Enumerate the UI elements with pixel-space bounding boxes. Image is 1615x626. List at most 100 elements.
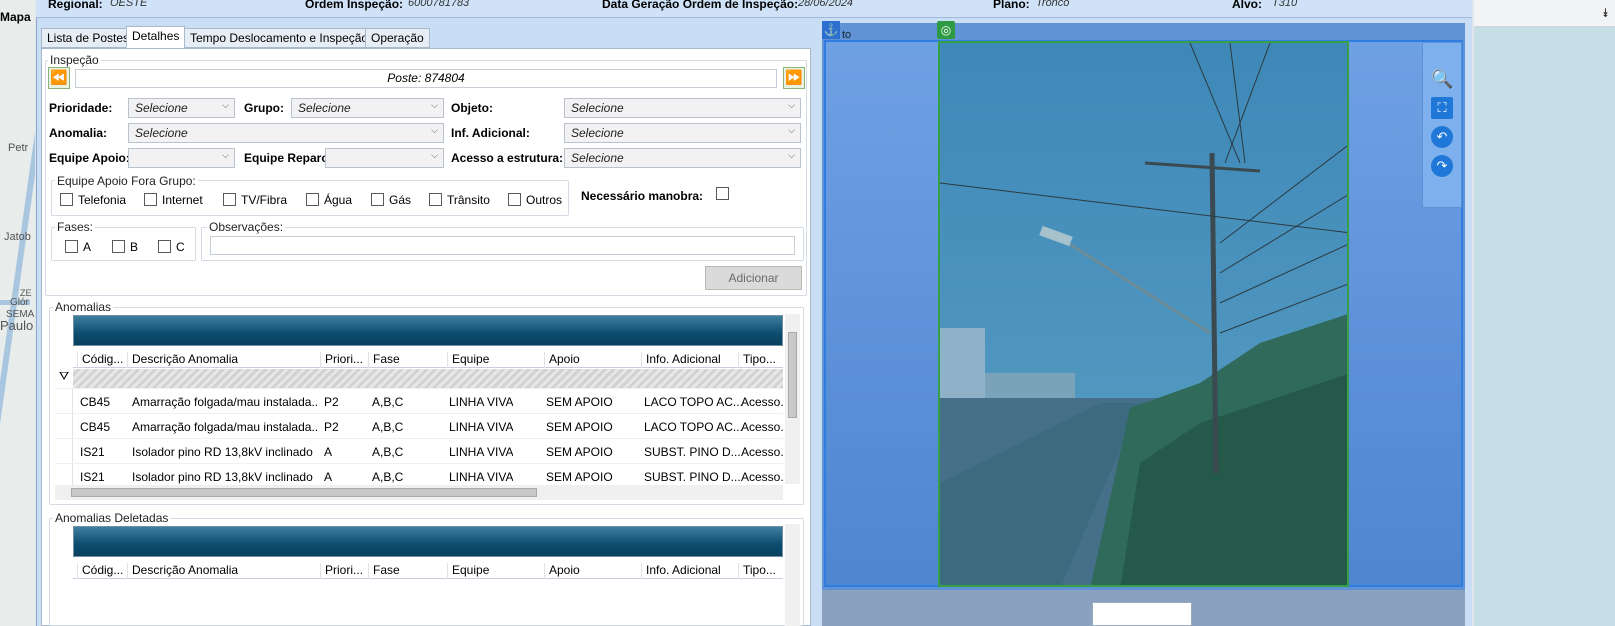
cell-fase: A,B,C: [372, 470, 404, 484]
scroll-thumb[interactable]: [71, 488, 537, 497]
filter-icon[interactable]: ⛛: [55, 369, 73, 389]
transito-checkbox[interactable]: [429, 193, 442, 206]
vertical-scrollbar[interactable]: [785, 524, 800, 626]
acesso-estrutura-value: Selecione: [571, 151, 624, 165]
photo-footer-button[interactable]: [1092, 602, 1192, 626]
fase-a-checkbox[interactable]: [65, 240, 78, 253]
tv-fibra-checkbox[interactable]: [223, 193, 236, 206]
prioridade-select[interactable]: Selecione ⌵: [128, 98, 235, 118]
rotate-left-icon[interactable]: ↶: [1431, 126, 1453, 148]
cell-fase: A,B,C: [372, 445, 404, 459]
gas-checkbox[interactable]: [371, 193, 384, 206]
grupo-select[interactable]: Selecione ⌵: [291, 98, 444, 118]
map-panel[interactable]: Mapa Petr Jatob ZE Glór SEMA Paulo: [0, 0, 35, 626]
col-descricao[interactable]: Descrição Anomalia: [127, 563, 238, 579]
col-apoio[interactable]: Apoio: [544, 352, 580, 368]
anomalias-grid-header: Códig... Descrição Anomalia Priori... Fa…: [73, 350, 783, 368]
table-row[interactable]: CB45 Amarração folgada/mau instalada... …: [55, 413, 783, 439]
col-fase[interactable]: Fase: [368, 563, 400, 579]
chevron-down-icon: ⌵: [788, 100, 795, 110]
fase-a-label: A: [83, 240, 92, 254]
regional-value: OESTE: [110, 0, 148, 9]
filter-row[interactable]: [73, 369, 783, 389]
chevron-down-icon[interactable]: ⯯: [1602, 6, 1609, 21]
col-info-adicional[interactable]: Info. Adicional: [641, 563, 721, 579]
col-equipe[interactable]: Equipe: [447, 563, 489, 579]
scroll-thumb[interactable]: [788, 332, 797, 418]
horizontal-scrollbar[interactable]: [55, 485, 783, 500]
vertical-scrollbar[interactable]: [785, 314, 800, 484]
cell-info: LACO TOPO AC...: [644, 395, 743, 409]
internet-checkbox[interactable]: [144, 193, 157, 206]
cell-codigo: IS21: [80, 445, 105, 459]
fases-title: Fases:: [55, 220, 96, 234]
outros-checkbox[interactable]: [508, 193, 521, 206]
agua-checkbox[interactable]: [306, 193, 319, 206]
chevron-down-icon: ⌵: [431, 125, 438, 135]
col-descricao[interactable]: Descrição Anomalia: [127, 352, 238, 368]
col-equipe[interactable]: Equipe: [447, 352, 489, 368]
col-prioridade[interactable]: Priori...: [320, 563, 363, 579]
tab-operacao[interactable]: Operação: [365, 28, 430, 48]
col-prioridade[interactable]: Priori...: [320, 352, 363, 368]
objeto-label: Objeto:: [451, 101, 493, 115]
cell-info: LACO TOPO AC...: [644, 420, 743, 434]
cell-descricao: Isolador pino RD 13,8kV inclinado: [132, 470, 313, 484]
target-icon[interactable]: ◎: [937, 21, 955, 39]
col-codigo[interactable]: Códig...: [77, 352, 123, 368]
cell-tipo: Acesso...: [741, 420, 783, 434]
internet-label: Internet: [162, 193, 203, 207]
gas-label: Gás: [389, 193, 412, 207]
col-tipo[interactable]: Tipo...: [738, 563, 776, 579]
row-selector[interactable]: [55, 414, 73, 439]
order-header: Regional: OESTE Ordem Inspeção: 60007817…: [36, 0, 1472, 18]
col-codigo[interactable]: Códig...: [77, 563, 123, 579]
fase-c-label: C: [176, 240, 185, 254]
cell-tipo: Acesso...: [741, 470, 783, 484]
next-poste-button[interactable]: ⏩: [783, 67, 805, 89]
equipe-reparo-select[interactable]: ⌵: [325, 148, 444, 168]
manobra-label: Necessário manobra:: [581, 189, 704, 203]
col-info-adicional[interactable]: Info. Adicional: [641, 352, 721, 368]
observacoes-input[interactable]: [210, 236, 795, 255]
table-row[interactable]: IS21 Isolador pino RD 13,8kV inclinado A…: [55, 438, 783, 464]
previous-poste-button[interactable]: ⏪: [48, 67, 70, 89]
row-selector[interactable]: [55, 439, 73, 464]
plano-value: Tronco: [1036, 0, 1070, 9]
rotate-right-icon[interactable]: ↷: [1431, 155, 1453, 177]
table-row[interactable]: CB45 Amarração folgada/mau instalada... …: [55, 388, 783, 414]
tab-tempo-deslocamento[interactable]: Tempo Deslocamento e Inspeção: [184, 28, 375, 48]
cell-descricao: Isolador pino RD 13,8kV inclinado: [132, 445, 313, 459]
col-apoio[interactable]: Apoio: [544, 563, 580, 579]
col-fase[interactable]: Fase: [368, 352, 400, 368]
objeto-value: Selecione: [571, 101, 624, 115]
col-tipo[interactable]: Tipo...: [738, 352, 776, 368]
acesso-estrutura-select[interactable]: Selecione ⌵: [564, 148, 801, 168]
transito-label: Trânsito: [447, 193, 490, 207]
fase-b-checkbox[interactable]: [112, 240, 125, 253]
cell-fase: A,B,C: [372, 395, 404, 409]
adicionar-button[interactable]: Adicionar: [705, 266, 802, 290]
fit-to-screen-icon[interactable]: ⛶: [1431, 97, 1453, 119]
zoom-icon[interactable]: 🔍: [1431, 68, 1453, 90]
chevron-down-icon: ⌵: [431, 100, 438, 110]
equipe-apoio-select[interactable]: ⌵: [128, 148, 235, 168]
anchor-icon[interactable]: ⚓: [822, 21, 840, 39]
manobra-checkbox[interactable]: [716, 187, 729, 200]
tab-lista-de-postes[interactable]: Lista de Postes: [41, 28, 136, 48]
objeto-select[interactable]: Selecione ⌵: [564, 98, 801, 118]
deletadas-grid-header: Códig... Descrição Anomalia Priori... Fa…: [73, 561, 783, 579]
telefonia-checkbox[interactable]: [60, 193, 73, 206]
fase-c-checkbox[interactable]: [158, 240, 171, 253]
chevron-down-icon: ⌵: [222, 100, 229, 110]
pole-photo[interactable]: [938, 41, 1349, 587]
tab-detalhes[interactable]: Detalhes: [126, 26, 186, 48]
anomalias-title: Anomalias: [53, 300, 114, 314]
inf-adicional-select[interactable]: Selecione ⌵: [564, 123, 801, 143]
row-selector[interactable]: [55, 389, 73, 414]
cell-apoio: SEM APOIO: [546, 470, 613, 484]
grupo-value: Selecione: [298, 101, 351, 115]
table-row[interactable]: IS21 Isolador pino RD 13,8kV inclinado A…: [55, 463, 783, 489]
anomalia-select[interactable]: Selecione ⌵: [128, 123, 444, 143]
cell-equipe: LINHA VIVA: [449, 470, 514, 484]
